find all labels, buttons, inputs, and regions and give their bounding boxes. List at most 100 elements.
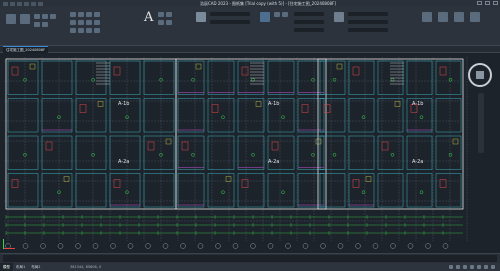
axis-bubble (407, 243, 414, 249)
copy-icon[interactable] (70, 20, 76, 25)
scale-icon[interactable] (78, 28, 84, 33)
lineweight-dropdown[interactable] (294, 28, 324, 32)
command-input[interactable] (3, 255, 497, 262)
ribbon-group-draw (4, 8, 64, 38)
color-dropdown[interactable] (294, 12, 324, 16)
arc-icon[interactable] (42, 14, 48, 19)
unit-label: A-1b (118, 101, 129, 107)
maximize-icon[interactable] (485, 1, 490, 5)
layout-tab-model[interactable]: 模型 (0, 263, 13, 271)
hatch-icon[interactable] (34, 22, 40, 27)
room-outline (377, 135, 404, 170)
document-tab-bar: 住宅施工图_20240808F (0, 46, 500, 53)
axis-bubble (40, 243, 46, 249)
symbol (361, 115, 366, 119)
room-outline (143, 98, 175, 133)
rectangle-icon[interactable] (50, 14, 56, 19)
new-file-icon[interactable] (10, 1, 15, 6)
room-outline (109, 173, 141, 208)
osnap-icon[interactable] (477, 265, 481, 269)
save-icon[interactable] (24, 1, 29, 6)
group-icon[interactable] (438, 12, 448, 22)
axis-bubble (390, 243, 396, 249)
table-icon[interactable] (158, 20, 164, 25)
symbol (281, 115, 285, 119)
axis-bubble (320, 243, 326, 249)
fixture (147, 141, 155, 151)
fixture (301, 104, 309, 113)
match-properties-icon[interactable] (334, 12, 344, 22)
polyline-icon[interactable] (20, 14, 30, 24)
trim-icon[interactable] (86, 12, 92, 17)
bylayer-color-dropdown[interactable] (348, 12, 388, 16)
explode-icon[interactable] (94, 20, 100, 25)
equipment (394, 101, 401, 107)
create-block-icon[interactable] (274, 12, 280, 17)
ortho-icon[interactable] (463, 265, 467, 269)
close-icon[interactable] (493, 1, 498, 5)
markup-icon[interactable] (166, 20, 172, 25)
viewcube-face-icon[interactable] (476, 71, 484, 79)
leader-icon[interactable] (166, 12, 172, 17)
open-file-icon[interactable] (17, 1, 22, 6)
settings-icon[interactable] (491, 265, 495, 269)
ucs-icon (3, 239, 15, 249)
bylayer-linetype-dropdown[interactable] (348, 20, 388, 24)
insert-block-icon[interactable] (260, 12, 270, 22)
lineweight-icon[interactable] (484, 265, 488, 269)
equipment (195, 63, 202, 70)
stretch-icon[interactable] (70, 28, 76, 33)
snap-icon[interactable] (456, 265, 460, 269)
room-outline (177, 173, 205, 208)
document-tab[interactable]: 住宅施工图_20240808F (3, 46, 49, 53)
axis-bubble (425, 243, 431, 249)
layer-dropdown[interactable] (210, 12, 250, 16)
layout-tab-1[interactable]: 布局1 (13, 263, 28, 271)
mirror-icon[interactable] (78, 20, 84, 25)
room-outline (41, 98, 73, 133)
minimize-icon[interactable] (477, 1, 482, 5)
edit-block-icon[interactable] (282, 12, 288, 17)
rotate-icon[interactable] (78, 12, 84, 17)
equipment (97, 101, 104, 107)
ellipse-icon[interactable] (42, 22, 48, 27)
room-outline (7, 173, 39, 208)
symbol (448, 153, 453, 157)
circle-icon[interactable] (34, 14, 40, 19)
undo-icon[interactable] (31, 1, 36, 6)
ribbon-group-properties (332, 8, 412, 38)
symbol (191, 78, 195, 82)
polar-icon[interactable] (470, 265, 474, 269)
wall-outline (317, 58, 464, 210)
fixture (271, 141, 279, 151)
layout-tab-2[interactable]: 布局2 (28, 263, 43, 271)
redo-icon[interactable] (38, 1, 43, 6)
bylayer-lineweight-dropdown[interactable] (348, 28, 388, 32)
navigation-bar[interactable] (478, 93, 484, 153)
text-icon[interactable]: A (144, 10, 153, 25)
room-outline (348, 98, 375, 133)
move-icon[interactable] (70, 12, 76, 17)
array-icon[interactable] (86, 28, 92, 33)
fixture (241, 66, 249, 76)
linetype-dropdown[interactable] (294, 20, 324, 24)
erase-icon[interactable] (94, 12, 100, 17)
layer-properties-icon[interactable] (196, 12, 206, 22)
app-menu-icon[interactable] (3, 1, 8, 6)
clipboard-icon[interactable] (454, 12, 464, 22)
view-icon[interactable] (470, 12, 480, 22)
grid-icon[interactable] (449, 265, 453, 269)
measure-icon[interactable] (422, 12, 432, 22)
equipment (315, 138, 322, 145)
drawing-canvas[interactable]: A-1b A-1b A-1b A-2a A-2a A-2a (0, 53, 500, 253)
axis-bubble (75, 243, 81, 249)
layer-state-dropdown[interactable] (210, 20, 250, 24)
room-outline (319, 60, 346, 95)
fixture (11, 66, 19, 76)
fillet-icon[interactable] (86, 20, 92, 25)
line-icon[interactable] (6, 14, 16, 24)
symbol (191, 153, 195, 157)
dimension-icon[interactable] (158, 12, 164, 17)
room-outline (109, 60, 141, 95)
offset-icon[interactable] (94, 28, 100, 33)
